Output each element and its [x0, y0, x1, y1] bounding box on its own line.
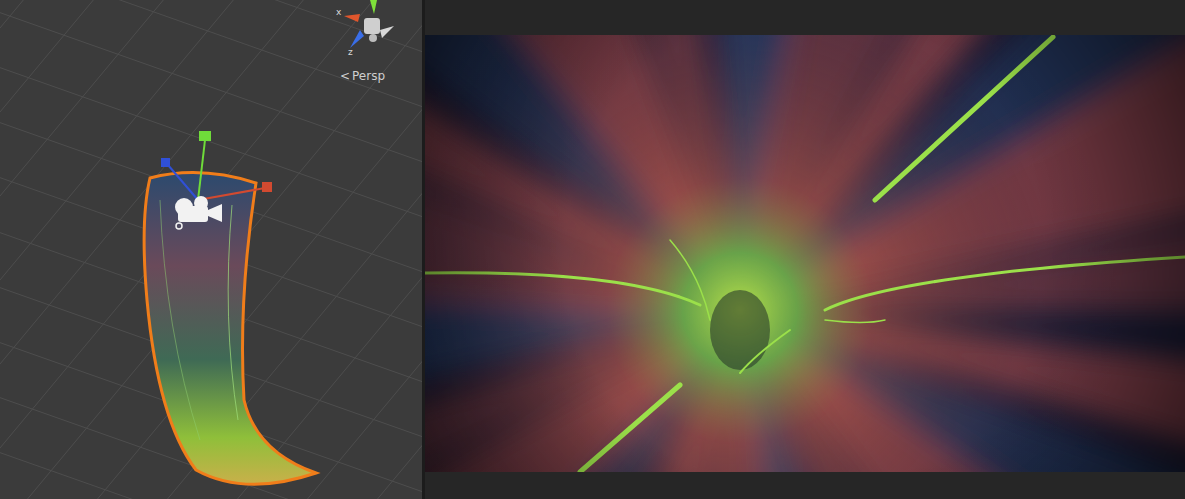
tunnel-mesh[interactable]: [144, 173, 316, 485]
x-handle[interactable]: [198, 188, 265, 200]
orientation-gizmo[interactable]: x z <Persp: [330, 0, 400, 90]
projection-icon: <: [340, 69, 350, 83]
game-bottom-bar: [425, 472, 1185, 499]
y-axis-icon[interactable]: [370, 0, 377, 14]
grid-line: [80, 0, 422, 499]
game-toolbar: [425, 0, 1185, 35]
axis-label: z: [348, 48, 353, 57]
x-axis-icon[interactable]: [344, 14, 360, 22]
center-cube-icon[interactable]: [364, 18, 380, 34]
game-viewport[interactable]: [425, 35, 1185, 472]
axis-label: x: [336, 8, 341, 17]
grid-line: [0, 0, 422, 10]
grid-line: [0, 0, 422, 175]
grid-line: [0, 0, 390, 499]
grid-line: [0, 490, 422, 499]
z-axis-icon[interactable]: [350, 30, 364, 48]
projection-label: Persp: [352, 69, 385, 83]
game-view[interactable]: [425, 0, 1185, 499]
camera-icon[interactable]: [175, 196, 222, 229]
grid-line: [290, 0, 422, 499]
scene-view[interactable]: x z <Persp: [0, 0, 422, 499]
y-handle[interactable]: [198, 140, 205, 200]
unity-editor: x z <Persp: [0, 0, 1185, 499]
z-handle[interactable]: [168, 165, 198, 200]
back-axis-icon[interactable]: [380, 26, 394, 38]
game-render[interactable]: [425, 35, 1185, 472]
projection-toggle[interactable]: <Persp: [340, 69, 385, 83]
y-handle-icon[interactable]: [199, 131, 211, 141]
grid-line: [0, 0, 110, 499]
